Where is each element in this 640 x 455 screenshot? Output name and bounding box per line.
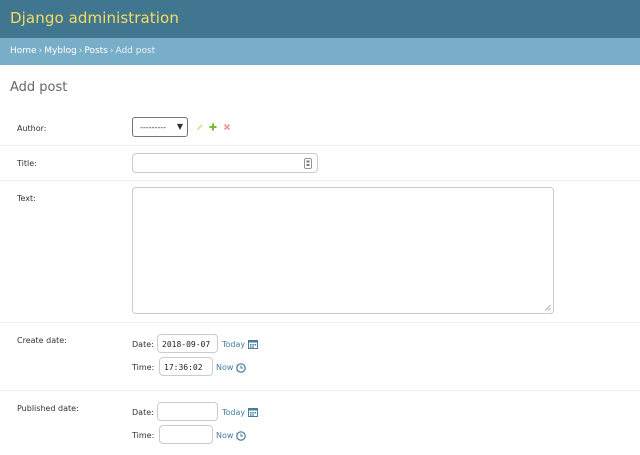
published-date-date-input[interactable] (157, 402, 218, 421)
create-date-time-input[interactable]: 17:36:02 (159, 357, 213, 376)
create-date-date-input[interactable]: 2018-09-07 (157, 334, 218, 353)
calendar-icon[interactable] (248, 339, 258, 349)
pencil-icon[interactable] (196, 123, 204, 131)
published-date-date-label: Date: (132, 408, 154, 417)
calendar-icon[interactable] (248, 407, 258, 417)
breadcrumb-myblog[interactable]: Myblog (44, 46, 77, 56)
text-textarea[interactable] (132, 187, 554, 314)
site-brand[interactable]: Django administration (10, 9, 179, 27)
page-title: Add post (10, 80, 68, 95)
plus-icon[interactable] (209, 123, 217, 131)
clock-icon[interactable] (236, 431, 246, 441)
key-icon[interactable] (304, 158, 312, 169)
row-divider (0, 390, 640, 391)
dropdown-arrow-icon: ▼ (176, 122, 183, 131)
published-date-time-label: Time: (132, 431, 155, 440)
row-divider (0, 145, 640, 146)
row-divider (0, 322, 640, 323)
breadcrumb-home[interactable]: Home (10, 46, 37, 56)
site-header: Django administration (0, 0, 640, 38)
row-divider (0, 180, 640, 181)
create-date-label: Create date: (17, 336, 67, 345)
text-label: Text: (17, 194, 36, 203)
x-icon[interactable] (223, 123, 231, 131)
title-input[interactable] (132, 153, 318, 173)
breadcrumb-separator: › (78, 46, 83, 56)
author-selected-value: --------- (140, 123, 166, 132)
breadcrumb-current: Add post (115, 46, 156, 56)
breadcrumb: Home › Myblog › Posts › Add post (0, 38, 640, 65)
author-label: Author: (17, 124, 47, 133)
create-date-date-label: Date: (132, 340, 154, 349)
breadcrumb-posts[interactable]: Posts (84, 46, 108, 56)
published-date-now-link[interactable]: Now (216, 431, 233, 440)
breadcrumb-separator: › (38, 46, 43, 56)
resize-grip-icon[interactable] (544, 304, 551, 311)
create-date-time-label: Time: (132, 363, 155, 372)
author-select[interactable]: --------- ▼ (132, 117, 188, 137)
clock-icon[interactable] (236, 363, 246, 373)
create-date-today-link[interactable]: Today (222, 340, 245, 349)
published-date-label: Published date: (17, 404, 79, 413)
create-date-now-link[interactable]: Now (216, 363, 233, 372)
breadcrumb-separator: › (109, 46, 114, 56)
published-date-today-link[interactable]: Today (222, 408, 245, 417)
published-date-time-input[interactable] (159, 425, 213, 444)
title-label: Title: (17, 159, 37, 168)
